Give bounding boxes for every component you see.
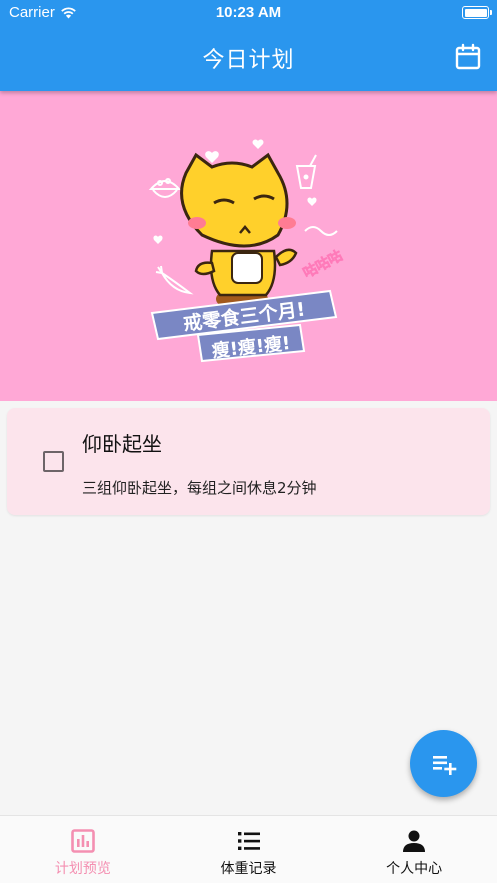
sticker-text: 咕咕咕	[300, 247, 345, 282]
nav-item-weight-record[interactable]: 体重记录	[166, 816, 332, 883]
battery-icon	[462, 6, 492, 19]
person-icon	[403, 830, 426, 852]
nav-item-plan-preview[interactable]: 计划预览	[0, 816, 166, 883]
status-bar: Carrier 10:23 AM	[0, 0, 497, 26]
cartoon-cat-illustration: 咕咕咕 戒零食三个月! 瘦!瘦!瘦!	[148, 139, 346, 363]
page-title: 今日计划	[202, 48, 295, 73]
banner-image: 咕咕咕 戒零食三个月! 瘦!瘦!瘦!	[0, 91, 497, 401]
plan-checkbox[interactable]	[43, 451, 64, 472]
plan-description: 三组仰卧起坐，每组之间休息2分钟	[82, 479, 317, 497]
swirl-doodle-icon	[304, 226, 338, 236]
drink-doodle-icon	[295, 154, 317, 189]
app-header: Carrier 10:23 AM 今日计划	[0, 0, 497, 91]
calendar-icon	[455, 43, 481, 70]
nav-label: 体重记录	[220, 861, 277, 877]
plan-card[interactable]: 仰卧起坐 三组仰卧起坐，每组之间休息2分钟	[7, 408, 490, 515]
bowl-doodle-icon	[148, 178, 182, 198]
bottom-navigation: 计划预览 体重记录 个人中心	[0, 815, 497, 883]
status-time: 10:23 AM	[215, 4, 282, 21]
plan-title: 仰卧起坐	[82, 432, 162, 456]
playlist-add-icon	[432, 755, 456, 775]
nav-item-profile[interactable]: 个人中心	[331, 816, 497, 883]
cat-character	[180, 152, 298, 311]
list-icon	[237, 832, 260, 850]
nav-label: 计划预览	[54, 861, 111, 877]
bar-chart-icon	[71, 829, 95, 853]
nav-label: 个人中心	[386, 861, 443, 877]
calendar-button[interactable]	[454, 43, 482, 71]
carrot-doodle-icon	[155, 265, 194, 295]
add-plan-button[interactable]	[410, 730, 477, 797]
